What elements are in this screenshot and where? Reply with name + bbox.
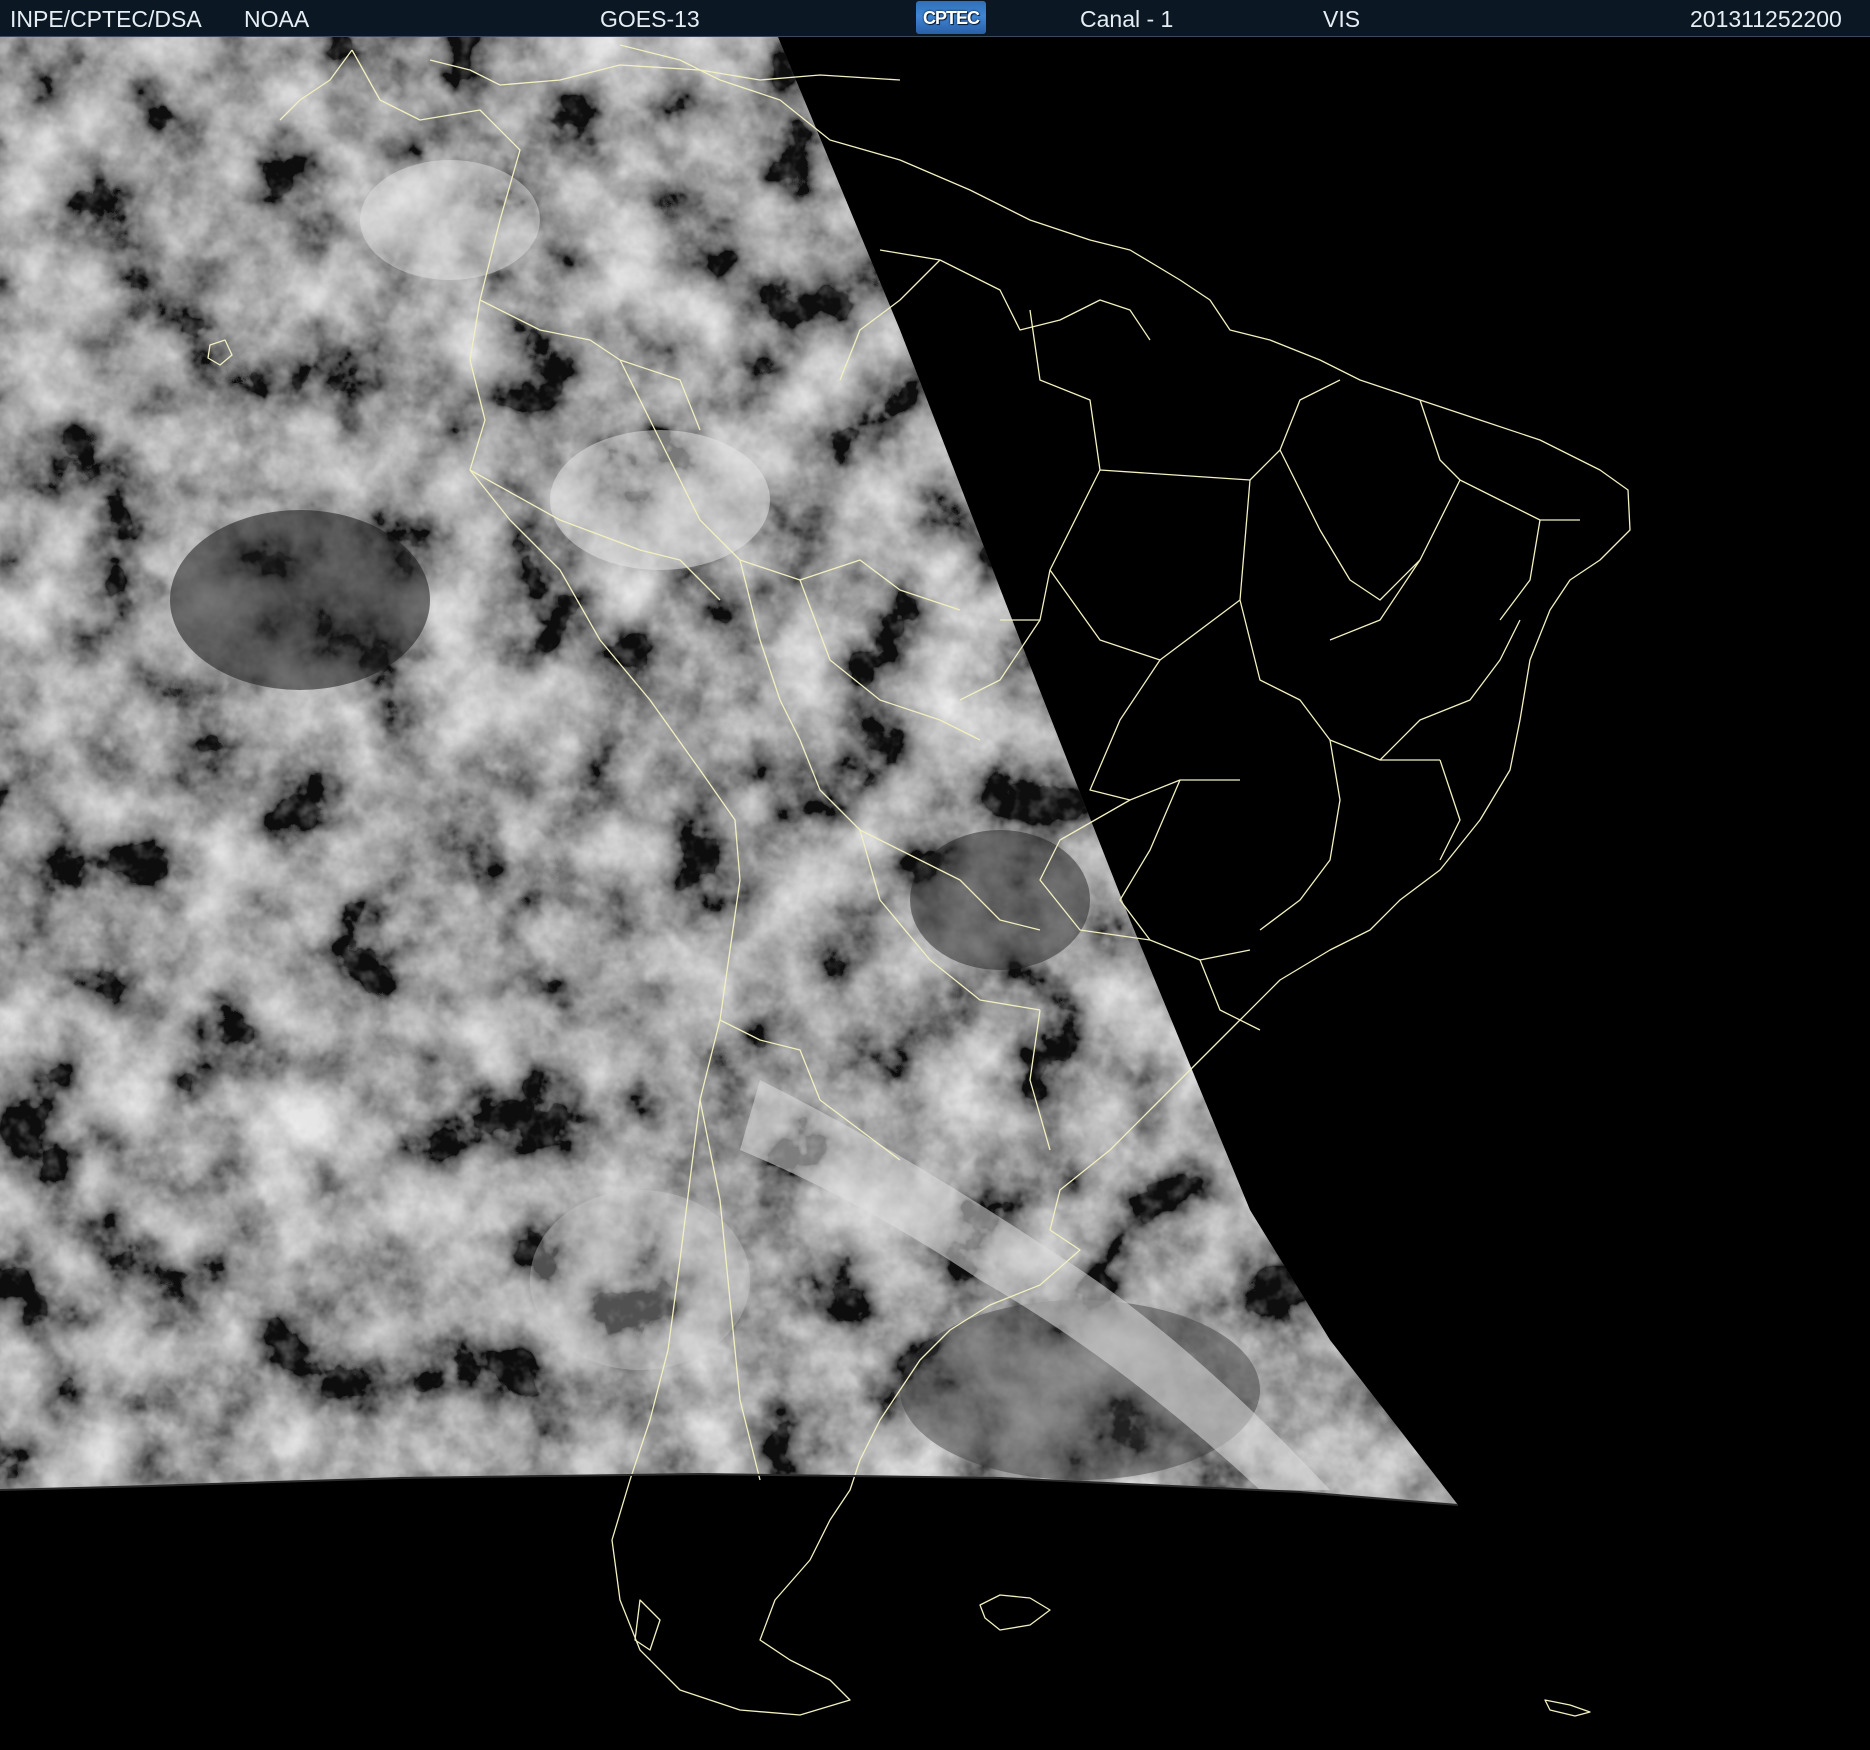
channel-label: Canal - 1 xyxy=(1080,6,1174,32)
band-label: VIS xyxy=(1323,6,1361,32)
logo-text: CPTEC xyxy=(922,7,980,28)
data-source-label: NOAA xyxy=(244,6,310,32)
satellite-map xyxy=(0,37,1870,1750)
satellite-label: GOES-13 xyxy=(600,6,700,32)
agency-label: INPE/CPTEC/DSA xyxy=(10,6,202,32)
timestamp-label: 201311252200 xyxy=(1690,6,1842,32)
image-header-bar: INPE/CPTEC/DSA NOAA GOES-13 CPTEC Canal … xyxy=(0,0,1870,37)
cptec-logo: CPTEC xyxy=(916,1,986,34)
